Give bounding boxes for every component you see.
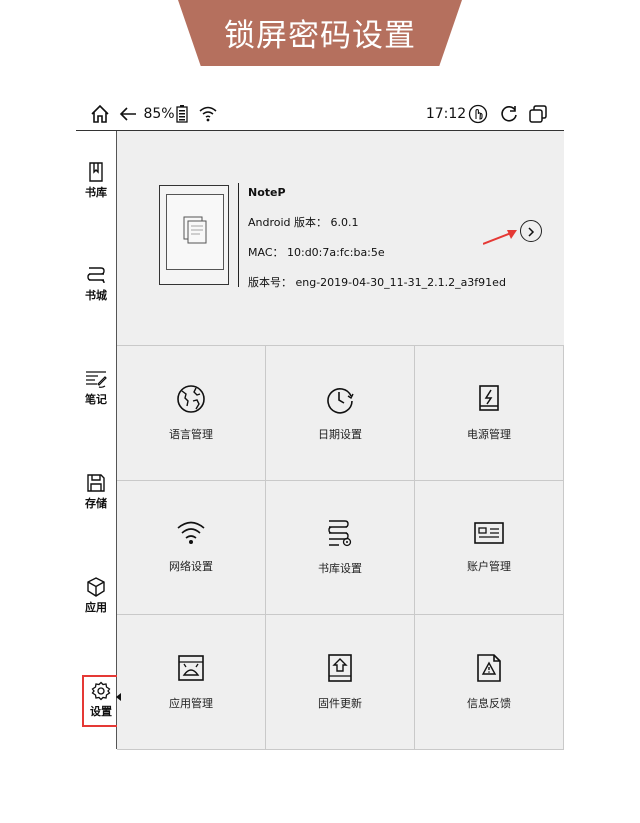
clock-time: 17:12 — [425, 106, 467, 122]
grid-item-firmware[interactable]: 固件更新 — [266, 615, 415, 750]
cube-icon — [86, 577, 106, 597]
settings-grid: 语言管理 日期设置 电源管理 网络设置 书库设置 账户管理 应用管理 固件更新 … — [117, 345, 564, 750]
sidebar-item-store[interactable]: 书城 — [76, 265, 116, 303]
wifi-icon — [176, 520, 206, 550]
sidebar-item-settings[interactable]: 设置 — [82, 675, 120, 727]
grid-item-power[interactable]: 电源管理 — [415, 345, 564, 481]
sidebar-item-label: 笔记 — [85, 393, 107, 406]
android-version: Android 版本： 6.0.1 — [248, 216, 359, 229]
storage-icon — [86, 473, 106, 493]
sidebar-item-label: 设置 — [90, 705, 112, 718]
account-card-icon — [473, 520, 505, 550]
grid-item-library-settings[interactable]: 书库设置 — [266, 480, 415, 615]
device-image — [159, 185, 229, 285]
mac-address: MAC： 10:d0:7a:fc:ba:5e — [248, 246, 385, 259]
firmware-update-icon — [326, 653, 354, 687]
battery-icon — [174, 102, 190, 126]
info-divider — [238, 183, 239, 287]
active-indicator-caret — [116, 693, 121, 701]
grid-item-date[interactable]: 日期设置 — [266, 345, 415, 481]
bookshelf-icon — [86, 265, 106, 285]
sidebar-item-apps[interactable]: 应用 — [76, 577, 116, 615]
wifi-icon — [196, 102, 220, 126]
android-app-icon — [176, 653, 206, 687]
grid-item-label: 信息反馈 — [467, 697, 511, 710]
touch-icon[interactable] — [467, 102, 489, 126]
device-screen: 85% 17:12 书库 书城 笔记 存储 应用 设置 NoteP Androi… — [76, 98, 564, 750]
grid-item-account[interactable]: 账户管理 — [415, 480, 564, 615]
grid-item-label: 语言管理 — [169, 428, 213, 441]
gear-icon — [91, 681, 111, 701]
sidebar-item-label: 书库 — [85, 186, 107, 199]
grid-item-label: 日期设置 — [318, 428, 362, 441]
sidebar-item-storage[interactable]: 存储 — [76, 473, 116, 511]
grid-item-label: 书库设置 — [318, 562, 362, 575]
build-number: 版本号： eng-2019-04-30_11-31_2.1.2_a3f91ed — [248, 276, 506, 289]
library-settings-icon — [325, 518, 355, 552]
title-banner: 锁屏密码设置 — [178, 0, 462, 66]
grid-item-label: 电源管理 — [467, 428, 511, 441]
battery-percent: 85% — [143, 106, 175, 122]
grid-item-label: 账户管理 — [467, 560, 511, 573]
sidebar-item-label: 存储 — [85, 497, 107, 510]
grid-item-label: 固件更新 — [318, 697, 362, 710]
sidebar-item-library[interactable]: 书库 — [76, 162, 116, 200]
grid-item-app-management[interactable]: 应用管理 — [117, 615, 266, 750]
sidebar-item-label: 应用 — [85, 601, 107, 614]
grid-item-label: 网络设置 — [169, 560, 213, 573]
chevron-right-icon — [526, 222, 536, 241]
settings-content: NoteP Android 版本： 6.0.1 MAC： 10:d0:7a:fc… — [117, 131, 564, 750]
device-name: NoteP — [248, 186, 286, 199]
device-info-detail-button[interactable] — [520, 220, 542, 242]
back-arrow-icon[interactable] — [116, 102, 140, 126]
status-bar: 85% 17:12 — [76, 98, 564, 131]
grid-item-network[interactable]: 网络设置 — [117, 480, 266, 615]
clock-icon — [325, 384, 355, 418]
book-icon — [87, 162, 105, 182]
sidebar: 书库 书城 笔记 存储 应用 设置 — [76, 131, 120, 749]
annotation-arrow — [483, 230, 517, 245]
window-icon[interactable] — [526, 102, 550, 126]
home-icon[interactable] — [88, 102, 112, 126]
sidebar-item-notes[interactable]: 笔记 — [76, 369, 116, 407]
grid-item-language[interactable]: 语言管理 — [117, 345, 266, 481]
notes-icon — [85, 369, 107, 389]
grid-item-feedback[interactable]: 信息反馈 — [415, 615, 564, 750]
feedback-warning-icon — [475, 653, 503, 687]
grid-item-label: 应用管理 — [169, 697, 213, 710]
globe-icon — [176, 384, 206, 418]
device-info-panel: NoteP Android 版本： 6.0.1 MAC： 10:d0:7a:fc… — [117, 131, 564, 344]
banner-title: 锁屏密码设置 — [224, 18, 416, 54]
refresh-icon[interactable] — [498, 102, 520, 126]
sidebar-item-label: 书城 — [85, 289, 107, 302]
power-icon — [475, 384, 503, 418]
